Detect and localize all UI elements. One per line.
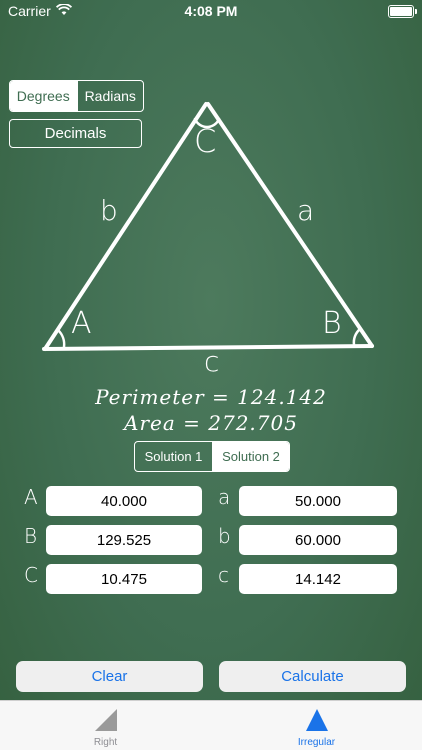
angle-b-arc (352, 327, 362, 347)
angle-a-arc (56, 328, 66, 349)
screen: Carrier 4:08 PM Degrees Radians Decimals… (0, 0, 422, 750)
side-c-field-label: c (218, 563, 229, 587)
solution-segmented-control: Solution 1 Solution 2 (134, 441, 290, 472)
triangle-diagram (42, 102, 374, 351)
side-a-field-label: a (218, 485, 231, 509)
calculate-button[interactable]: Calculate (219, 661, 406, 692)
solution-2-option[interactable]: Solution 2 (212, 442, 289, 471)
angle-b-field-label: B (24, 524, 38, 548)
side-b-label: b (100, 194, 118, 227)
side-c-input[interactable] (239, 564, 397, 594)
angle-c-field-label: C (24, 563, 38, 587)
side-a-label: a (297, 194, 315, 227)
vertex-b-label: B (322, 306, 342, 341)
side-b-field-label: b (218, 524, 231, 548)
angle-a-input[interactable] (46, 486, 202, 516)
perimeter-text: Perimeter = 124.142 (95, 385, 327, 409)
side-b-input[interactable] (239, 525, 397, 555)
tab-irregular-label: Irregular (297, 737, 336, 748)
solution-1-option[interactable]: Solution 1 (135, 442, 212, 471)
tab-right[interactable]: Right (0, 701, 211, 750)
side-a-input[interactable] (239, 486, 397, 516)
tab-bar: Right Irregular (0, 700, 422, 750)
irregular-triangle-icon (306, 709, 328, 731)
vertex-c-label: C (194, 122, 217, 160)
side-a-line (206, 102, 374, 348)
tab-irregular[interactable]: Irregular (211, 701, 422, 750)
side-c-label: c (204, 345, 220, 378)
angle-a-field-label: A (24, 485, 38, 509)
area-text: Area = 272.705 (124, 411, 298, 435)
angle-c-input[interactable] (46, 564, 202, 594)
clear-button[interactable]: Clear (16, 661, 203, 692)
tab-right-label: Right (93, 737, 118, 748)
angle-b-input[interactable] (46, 525, 202, 555)
vertex-a-label: A (71, 306, 92, 341)
right-triangle-icon (95, 709, 117, 731)
side-b-line (43, 102, 208, 351)
